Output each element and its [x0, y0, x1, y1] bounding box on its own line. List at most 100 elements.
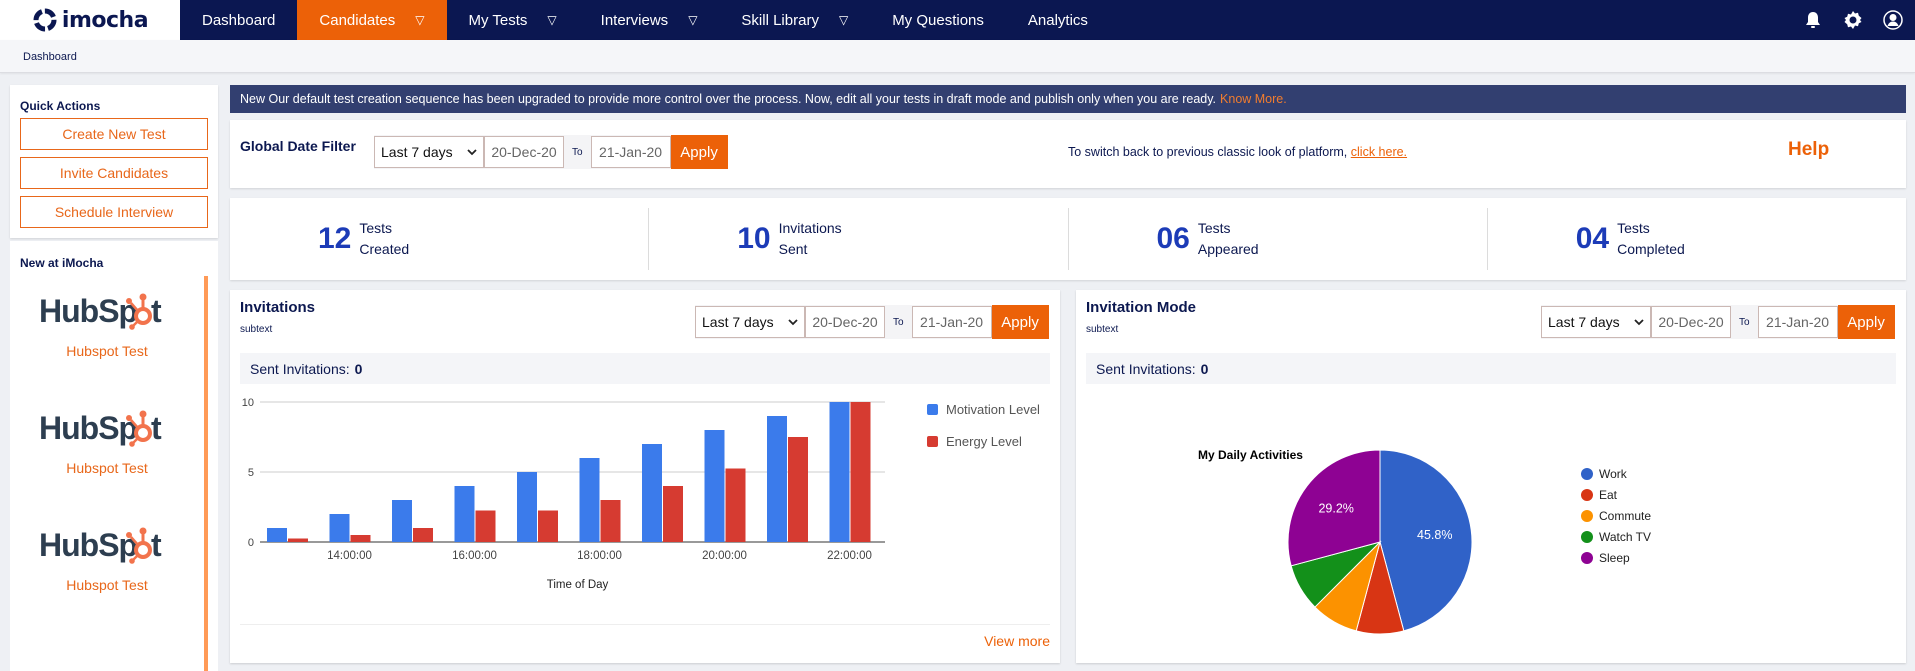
global-date-filter: Last 7 days 20-Dec-20 To 21-Jan-20 Apply: [374, 135, 728, 169]
new-at-item[interactable]: HubSp t Hubspot Test: [10, 525, 204, 593]
invitations-from-date-input[interactable]: 20-Dec-20: [805, 306, 885, 338]
invite-candidates-button[interactable]: Invite Candidates: [20, 157, 208, 189]
new-at-imocha-card: New at iMocha HubSp t Hubspot Test HubSp t Hu…: [10, 241, 218, 671]
mode-apply-button[interactable]: Apply: [1837, 305, 1895, 339]
bar-motivation-level: [704, 430, 725, 542]
invitations-bar-chart: 0 5 10 14:00:00 16:00:00 18:00:00 20:00:00 22:0…: [242, 397, 1040, 591]
stat-label-line1: Tests: [1197, 220, 1231, 236]
nav-dashboard[interactable]: Dashboard: [180, 0, 297, 40]
invitations-sent-bar: Sent Invitations: 0: [240, 353, 1050, 384]
legend-label: Commute: [1599, 509, 1651, 523]
dropdown-caret-icon[interactable]: ▽: [415, 13, 424, 27]
legend-label: Work: [1599, 467, 1628, 481]
quick-actions-card: Quick Actions Create New Test Invite Can…: [10, 85, 218, 238]
nav-candidates[interactable]: Candidates ▽: [297, 0, 447, 40]
chevron-down-icon: [1634, 319, 1644, 326]
invitations-to-label: To: [893, 316, 904, 328]
breadcrumb[interactable]: Dashboard: [23, 51, 77, 63]
legend-swatch: [927, 436, 938, 447]
nav-skill-library[interactable]: Skill Library ▽: [719, 0, 870, 40]
sent-invitations-value: 0: [354, 360, 363, 377]
mode-sent-invitations-value: 0: [1200, 360, 1209, 377]
nav-interviews[interactable]: Interviews ▽: [579, 0, 720, 40]
switch-classic-link[interactable]: click here.: [1351, 145, 1407, 159]
gear-icon[interactable]: [1843, 10, 1863, 30]
new-at-imocha-scrollbar[interactable]: [204, 276, 208, 671]
bar-motivation-level: [829, 402, 850, 542]
stat-item: 10 Invitations Sent: [649, 208, 1069, 270]
x-tick-label: 22:00:00: [827, 550, 872, 562]
mode-from-date-input[interactable]: 20-Dec-20: [1651, 306, 1731, 338]
top-nav: imocha Dashboard Candidates ▽ My Tests ▽ Inte…: [0, 0, 1915, 40]
bar-motivation-level: [579, 458, 600, 542]
invitation-mode-panel: Invitation Mode subtext Last 7 days 20-D…: [1076, 290, 1906, 663]
dropdown-caret-icon[interactable]: ▽: [839, 13, 848, 27]
stat-item: 12 Tests Created: [230, 208, 650, 270]
invitations-to-date-input[interactable]: 21-Jan-20: [911, 306, 992, 338]
bell-icon[interactable]: [1803, 10, 1823, 30]
global-apply-button[interactable]: Apply: [670, 135, 728, 169]
invitations-apply-button[interactable]: Apply: [991, 305, 1049, 339]
schedule-interview-button[interactable]: Schedule Interview: [20, 196, 208, 228]
invitations-range-select[interactable]: Last 7 days: [695, 306, 805, 338]
legend-swatch: [1581, 489, 1593, 501]
x-tick-label: 16:00:00: [452, 550, 497, 562]
nav-item-label: Candidates: [319, 11, 396, 29]
global-to-date-input[interactable]: 21-Jan-20: [590, 136, 671, 168]
legend-label: Sleep: [1599, 551, 1630, 565]
nav-analytics[interactable]: Analytics: [1006, 0, 1110, 40]
stat-value: 04: [1575, 222, 1610, 255]
invitations-panel: Invitations subtext Last 7 days 20-Dec-2…: [230, 290, 1060, 663]
mode-range-select[interactable]: Last 7 days: [1541, 306, 1651, 338]
view-more-link[interactable]: View more: [984, 633, 1050, 649]
nav-item-label: My Questions: [892, 11, 984, 29]
switch-classic-message: To switch back to previous classic look …: [1068, 145, 1348, 159]
global-from-date-input[interactable]: 20-Dec-20: [484, 136, 564, 168]
stat-label-line1: Tests: [1617, 220, 1650, 236]
new-at-imocha-title: New at iMocha: [20, 256, 104, 270]
x-tick-label: 18:00:00: [577, 550, 622, 562]
stat-label: Tests Created: [359, 218, 409, 260]
legend-swatch: [1581, 531, 1593, 543]
brand-logo[interactable]: imocha: [0, 0, 180, 40]
mode-to-date-input[interactable]: 21-Jan-20: [1757, 306, 1838, 338]
new-at-item[interactable]: HubSp t Hubspot Test: [10, 291, 204, 359]
know-more-link[interactable]: Know More.: [1220, 92, 1287, 106]
invitations-date-filter: Last 7 days 20-Dec-20 To 21-Jan-20 Apply: [695, 305, 1049, 339]
legend-label: Energy Level: [946, 434, 1022, 449]
bar-energy-level: [725, 468, 746, 542]
dropdown-caret-icon[interactable]: ▽: [688, 13, 697, 27]
nav-my-tests[interactable]: My Tests ▽: [447, 0, 579, 40]
svg-text:HubSp: HubSp: [39, 410, 138, 446]
chevron-down-icon: [788, 319, 798, 326]
stat-label: Tests Appeared: [1198, 218, 1259, 260]
invitations-title: Invitations: [240, 299, 316, 316]
announcement-text: New Our default test creation sequence h…: [240, 92, 1217, 106]
stat-item: 04 Tests Completed: [1488, 208, 1906, 270]
mode-to-label: To: [1739, 316, 1750, 328]
legend-label: Watch TV: [1599, 530, 1651, 544]
new-at-item-label: Hubspot Test: [66, 577, 148, 593]
stat-label: Invitations Sent: [779, 218, 842, 260]
bar-energy-level: [538, 510, 558, 542]
dropdown-caret-icon[interactable]: ▽: [547, 13, 556, 27]
svg-text:t: t: [151, 410, 162, 446]
new-at-item[interactable]: HubSp t Hubspot Test: [10, 408, 204, 476]
bar-motivation-level: [642, 444, 662, 542]
nav-my-questions[interactable]: My Questions: [870, 0, 1006, 40]
y-tick-label: 5: [248, 467, 254, 479]
help-link[interactable]: Help: [1788, 139, 1829, 161]
stat-value: 12: [318, 222, 352, 255]
daily-activities-pie-chart: My Daily Activities 45.8% Work Eat Commute Wa…: [1198, 448, 1651, 635]
bar-motivation-level: [454, 486, 475, 542]
imocha-logo-icon: [33, 8, 57, 32]
user-profile-icon[interactable]: [1883, 10, 1903, 30]
global-range-select[interactable]: Last 7 days: [374, 136, 484, 168]
legend-swatch: [927, 404, 938, 415]
global-date-filter-label: Global Date Filter: [240, 138, 356, 154]
legend-label: Motivation Level: [946, 402, 1040, 417]
quick-actions-title: Quick Actions: [20, 99, 101, 113]
create-new-test-button[interactable]: Create New Test: [20, 118, 208, 150]
invitation-mode-title: Invitation Mode: [1086, 299, 1196, 316]
bar-energy-level: [788, 437, 808, 542]
